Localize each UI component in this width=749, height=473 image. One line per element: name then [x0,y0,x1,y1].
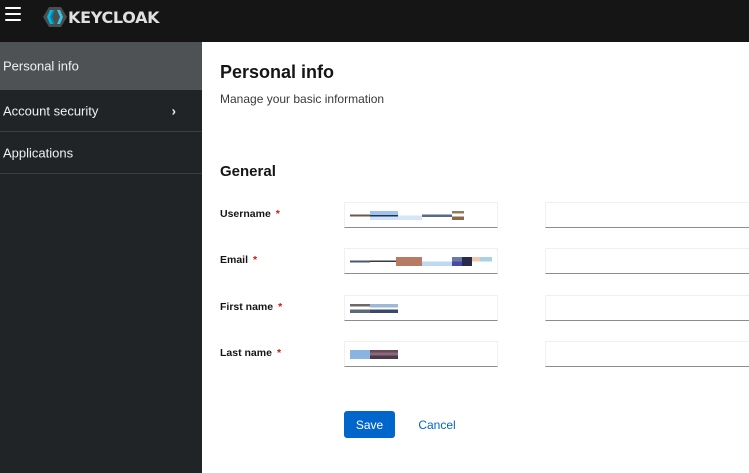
redacted-value [350,257,492,266]
email-input-extended[interactable] [545,248,749,274]
sidebar-item-account-security[interactable]: Account security › [0,90,202,132]
field-row-username: Username * [220,202,749,228]
field-row-last-name: Last name * [220,341,749,367]
field-row-email: Email * [220,248,749,274]
last-name-input-extended[interactable] [545,341,749,367]
sidebar-nav: Personal info Account security › Applica… [0,42,202,473]
sidebar-item-label: Applications [3,145,74,160]
sidebar-item-label: Account security [3,103,99,118]
sidebar-item-label: Personal info [3,58,79,73]
cancel-button[interactable]: Cancel [412,411,462,438]
masthead: KEYCLOAK [0,0,749,42]
redacted-value [350,304,398,313]
last-name-input[interactable] [344,341,498,367]
hamburger-menu-icon[interactable] [5,7,21,23]
username-input-extended[interactable] [545,202,749,228]
keycloak-hexagon-icon [43,7,67,27]
required-asterisk: * [253,254,258,266]
field-row-first-name: First name * [220,295,749,321]
redacted-value [350,350,398,359]
section-title-general: General [220,163,276,180]
keycloak-logo[interactable]: KEYCLOAK [43,6,160,28]
required-asterisk: * [278,301,283,313]
username-input[interactable] [344,202,498,228]
chevron-right-icon: › [171,103,176,118]
email-label: Email * [220,254,258,266]
required-asterisk: * [275,208,280,220]
username-label: Username * [220,208,280,220]
first-name-input[interactable] [344,295,498,321]
brand-name: KEYCLOAK [68,7,160,27]
sidebar-item-applications[interactable]: Applications [0,132,202,174]
sidebar-item-personal-info[interactable]: Personal info [0,42,202,90]
main-content: Personal info Manage your basic informat… [202,42,749,473]
redacted-value [350,211,464,220]
last-name-label: Last name * [220,347,282,359]
save-button[interactable]: Save [344,411,395,438]
first-name-input-extended[interactable] [545,295,749,321]
email-input[interactable] [344,248,498,274]
required-asterisk: * [276,347,282,359]
page-subtitle: Manage your basic information [220,92,385,106]
first-name-label: First name * [220,301,283,313]
page-title: Personal info [220,62,335,82]
